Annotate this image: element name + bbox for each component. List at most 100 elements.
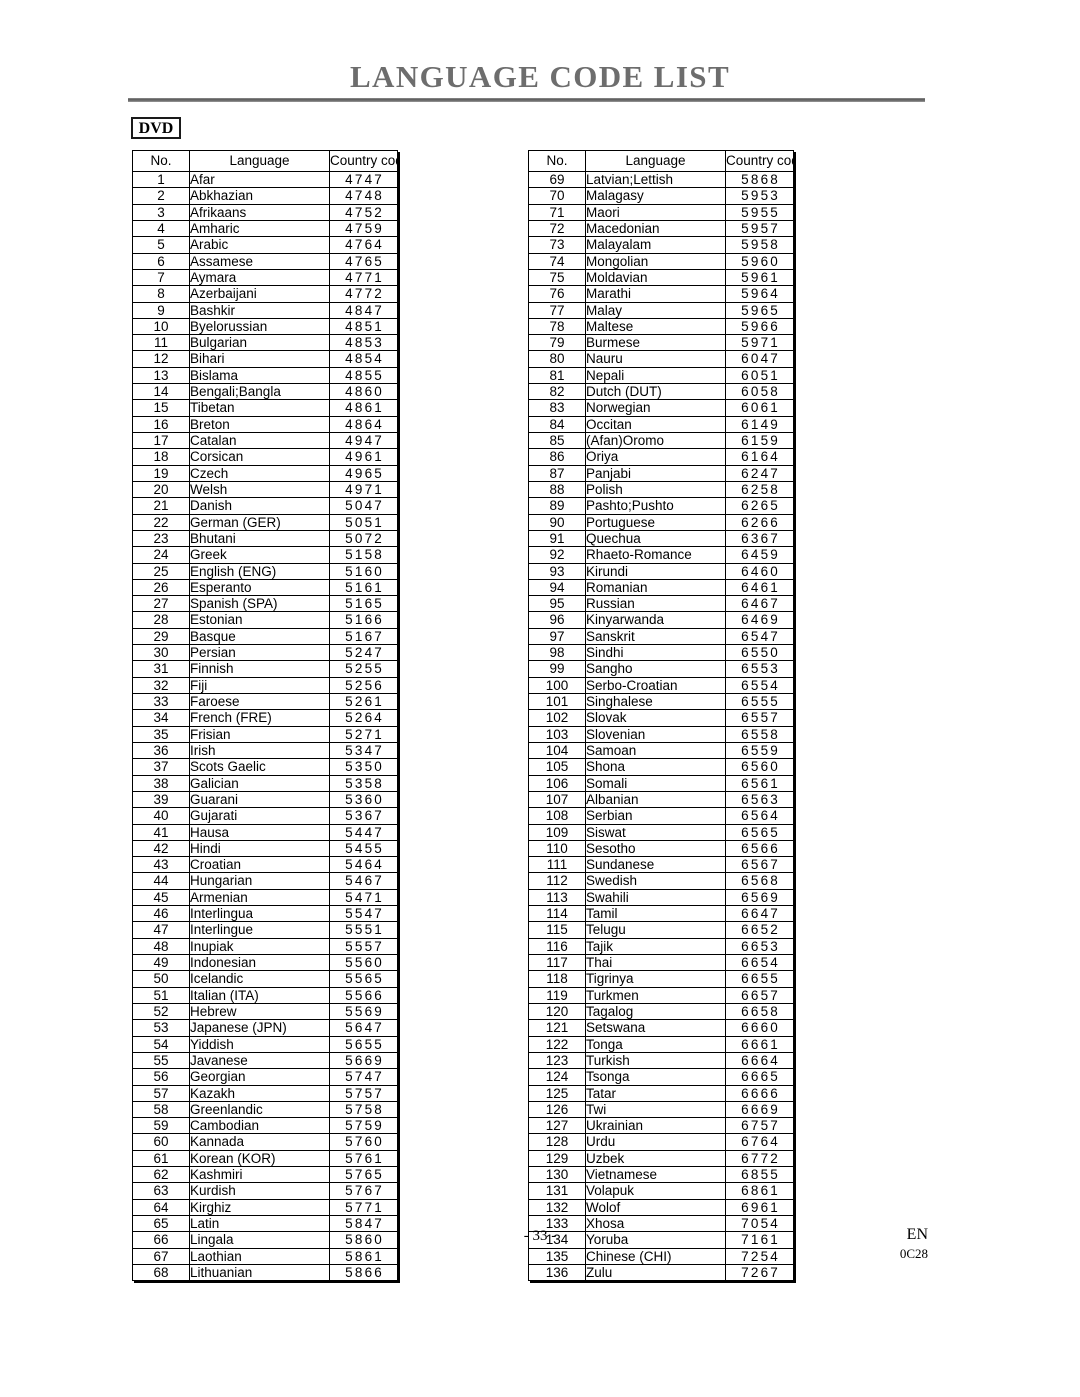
table-row: 9 Bashkir 4847 — [132, 301, 398, 319]
table-row: 46 Interlingua 5547 — [132, 905, 398, 923]
table-row: 71 Maori 5955 — [528, 203, 794, 221]
column-header-no: No. — [528, 150, 586, 172]
language-name: Sindhi — [585, 644, 726, 662]
language-name: Catalan — [189, 431, 330, 450]
table-row: 18 Corsican 4961 — [132, 448, 398, 466]
row-number: 16 — [132, 415, 190, 434]
language-name: Javanese — [189, 1051, 330, 1070]
language-name: Volapuk — [585, 1182, 726, 1200]
row-number: 24 — [132, 546, 190, 564]
table-row: 11 Bulgarian 4853 — [132, 334, 398, 352]
table-row: 95 Russian 6467 — [528, 595, 794, 613]
language-name: Turkmen — [585, 986, 726, 1004]
language-name: Serbo-Croatian — [585, 676, 726, 695]
table-row: 48 Inupiak 5557 — [132, 937, 398, 956]
language-name: Danish — [189, 497, 330, 515]
country-code: 6051 — [725, 366, 794, 385]
language-name: Interlingua — [189, 905, 330, 923]
country-code: 5965 — [725, 301, 794, 319]
table-row: 68 Lithuanian 5866 — [132, 1263, 398, 1282]
language-name: Wolof — [585, 1198, 726, 1217]
table-row: 33 Faroese 5261 — [132, 692, 398, 711]
language-name: Malayalam — [585, 236, 726, 254]
row-number: 13 — [132, 366, 190, 385]
language-name: Polish — [585, 480, 726, 499]
table-row: 12 Bihari 4854 — [132, 350, 398, 368]
table-row: 93 Kirundi 6460 — [528, 562, 794, 580]
table-row: 6 Assamese 4765 — [132, 252, 398, 270]
table-row: 74 Mongolian 5960 — [528, 252, 794, 270]
table-row: 79 Burmese 5971 — [528, 334, 794, 352]
row-number: 62 — [132, 1166, 190, 1184]
language-name: Sangho — [585, 660, 726, 678]
table-row: 10 Byelorussian 4851 — [132, 317, 398, 336]
country-code: 5569 — [329, 1002, 398, 1021]
language-name: Hindi — [189, 839, 330, 858]
table-row: 64 Kirghiz 5771 — [132, 1198, 398, 1217]
row-number: 76 — [528, 285, 586, 303]
column-header-country-code: Country code — [725, 150, 794, 172]
table-row: 45 Armenian 5471 — [132, 888, 398, 907]
country-code: 5966 — [725, 317, 794, 336]
row-number: 92 — [528, 546, 586, 564]
language-name: Sanskrit — [585, 627, 726, 646]
country-code: 6558 — [725, 725, 794, 743]
row-number: 108 — [528, 807, 586, 825]
row-number: 117 — [528, 953, 586, 972]
table-row: 7 Aymara 4771 — [132, 268, 398, 287]
row-number: 5 — [132, 236, 190, 254]
language-name: Nauru — [585, 350, 726, 368]
language-name: Esperanto — [189, 578, 330, 597]
language-name: Tigrinya — [585, 970, 726, 988]
country-code: 5957 — [725, 219, 794, 238]
row-number: 118 — [528, 970, 586, 988]
row-number: 124 — [528, 1068, 586, 1086]
table-row: 115 Telugu 6652 — [528, 921, 794, 939]
language-name: Tatar — [585, 1084, 726, 1102]
country-code: 5247 — [329, 644, 398, 662]
row-number: 125 — [528, 1084, 586, 1102]
row-number: 38 — [132, 774, 190, 792]
country-code: 4965 — [329, 464, 398, 482]
table-row: 116 Tajik 6653 — [528, 937, 794, 956]
row-number: 10 — [132, 317, 190, 336]
row-number: 55 — [132, 1051, 190, 1070]
row-number: 80 — [528, 350, 586, 368]
row-number: 103 — [528, 725, 586, 743]
row-number: 106 — [528, 774, 586, 792]
row-number: 48 — [132, 937, 190, 956]
country-code: 6560 — [725, 758, 794, 776]
table-row: 125 Tatar 6666 — [528, 1084, 794, 1102]
country-code: 5971 — [725, 334, 794, 352]
row-number: 47 — [132, 921, 190, 939]
country-code: 5566 — [329, 986, 398, 1004]
table-row: 27 Spanish (SPA) 5165 — [132, 595, 398, 613]
row-number: 75 — [528, 268, 586, 287]
language-name: Slovenian — [585, 725, 726, 743]
country-code: 5471 — [329, 888, 398, 907]
language-name: Armenian — [189, 888, 330, 907]
language-name: Bihari — [189, 350, 330, 368]
table-row: 101 Singhalese 6555 — [528, 692, 794, 711]
table-row: 61 Korean (KOR) 5761 — [132, 1149, 398, 1168]
table-row: 118 Tigrinya 6655 — [528, 970, 794, 988]
row-number: 72 — [528, 219, 586, 238]
country-code: 6459 — [725, 546, 794, 564]
language-name: Bulgarian — [189, 334, 330, 352]
row-number: 51 — [132, 986, 190, 1004]
country-code: 5655 — [329, 1035, 398, 1053]
table-body-left: 1 Afar 4747 2 Abkhazian 4748 3 Afrikaans 4752 4 Am… — [132, 170, 398, 1282]
country-code: 6563 — [725, 790, 794, 809]
language-name: Tajik — [585, 937, 726, 956]
row-number: 105 — [528, 758, 586, 776]
column-header-no: No. — [132, 150, 190, 172]
table-row: 47 Interlingue 5551 — [132, 921, 398, 939]
language-name: Ukrainian — [585, 1117, 726, 1135]
table-row: 85 (Afan)Oromo 6159 — [528, 431, 794, 450]
table-row: 97 Sanskrit 6547 — [528, 627, 794, 646]
country-code: 4860 — [329, 383, 398, 401]
row-number: 130 — [528, 1166, 586, 1184]
row-number: 41 — [132, 823, 190, 841]
language-name: Faroese — [189, 692, 330, 711]
table-row: 67 Laothian 5861 — [132, 1247, 398, 1265]
